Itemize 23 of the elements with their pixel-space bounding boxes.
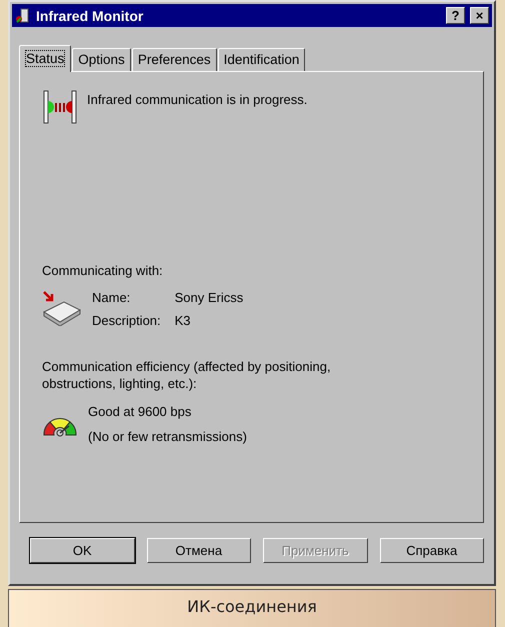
field-label: Description: — [92, 313, 161, 328]
section-heading: Communicating with: — [42, 263, 164, 278]
close-button[interactable]: × — [470, 7, 489, 24]
window-title: Infrared Monitor — [36, 8, 144, 24]
status-message: Infrared communication is in progress. — [87, 92, 308, 107]
field-label: Name: — [92, 290, 132, 305]
device-icon — [42, 290, 82, 326]
section-heading: Communication efficiency (affected by positioning, obstructions, lighting, etc.): — [42, 358, 332, 392]
help-button[interactable]: ? — [446, 7, 465, 24]
field-value: K3 — [174, 313, 192, 328]
tab[interactable]: Options — [72, 48, 131, 71]
dialog-button[interactable]: Отмена — [146, 538, 251, 563]
field-value: Sony Ericss — [174, 290, 244, 305]
tab[interactable]: Status — [19, 45, 72, 72]
tab[interactable]: Preferences — [132, 48, 217, 71]
infrared-app-icon — [15, 8, 31, 24]
infrared-link-icon — [42, 89, 78, 125]
retransmission-text: (No or few retransmissions) — [88, 429, 247, 444]
rate-text: Good at 9600 bps — [88, 404, 192, 419]
tab[interactable]: Identification — [218, 48, 306, 71]
dialog-button[interactable]: OK — [30, 538, 134, 563]
dialog-button[interactable]: Справка — [380, 538, 484, 563]
caption: ИК-соединения — [8, 589, 496, 627]
